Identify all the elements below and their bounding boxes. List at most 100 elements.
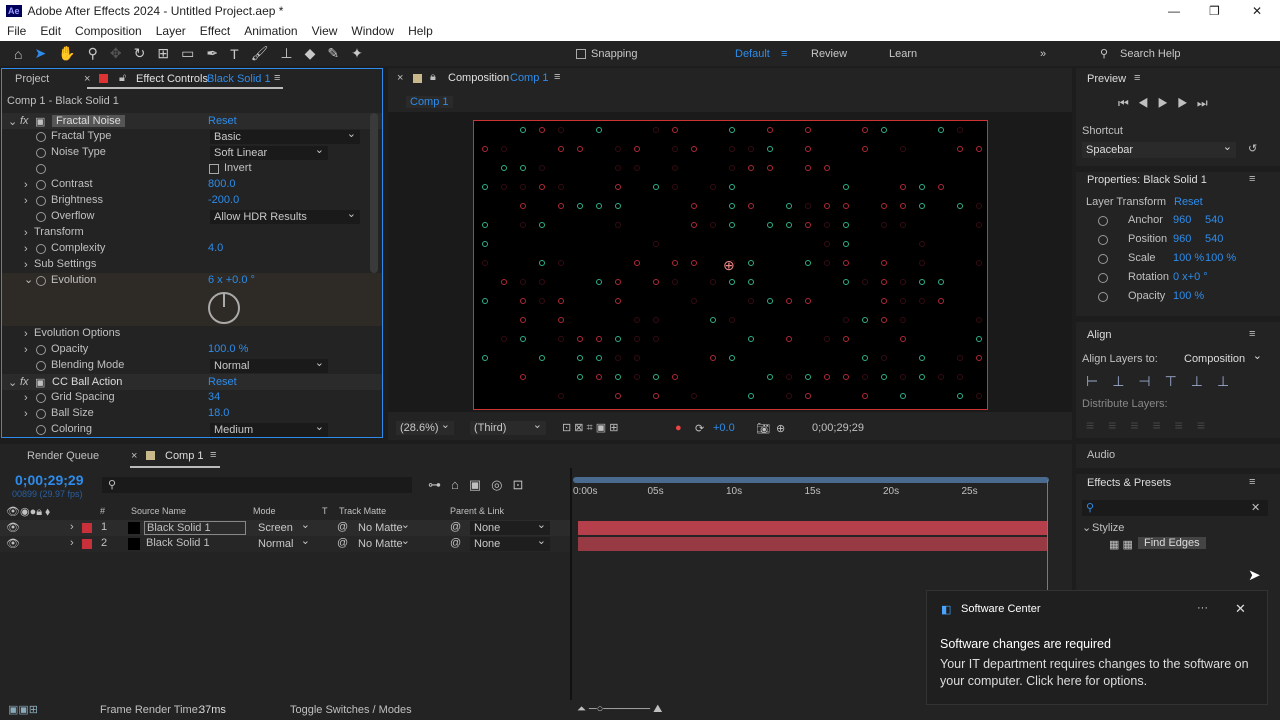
stopwatch-icon[interactable] (36, 409, 46, 419)
property-row[interactable]: › Grid Spacing 34 (2, 390, 382, 406)
fx-toggle-icon[interactable]: fx (20, 115, 29, 127)
reset-shortcut-icon[interactable]: ↺ (1248, 142, 1257, 155)
menu-file[interactable]: File (7, 24, 26, 38)
chevron-down-icon[interactable]: ⌄ (8, 376, 17, 389)
property-dropdown[interactable]: Normal (210, 356, 328, 373)
chevron-down-icon[interactable]: ⌄ (24, 273, 33, 286)
playhead[interactable] (1047, 480, 1048, 590)
minimize-button[interactable]: — (1168, 4, 1180, 18)
chevron-right-icon[interactable]: › (24, 195, 28, 207)
transform-reset[interactable]: Reset (1174, 196, 1203, 208)
property-row[interactable]: › Contrast 800.0 (2, 177, 382, 193)
menu-layer[interactable]: Layer (156, 24, 186, 38)
table-row[interactable]: 👁︎ › 2 Black Solid 1 Normal @ No Matte @ None (0, 534, 570, 552)
workspace-review[interactable]: Review (811, 48, 847, 60)
snapshot-icon[interactable]: 📷︎ (756, 422, 770, 435)
menu-view[interactable]: View (312, 24, 338, 38)
align-to-dropdown[interactable]: Composition (1180, 349, 1266, 366)
property-value[interactable]: 100.0 % (208, 343, 248, 355)
puppet-tool-icon[interactable]: ✦ (351, 45, 363, 62)
property-value[interactable]: 4.0 (208, 242, 223, 254)
pickwhip-icon[interactable]: @ (450, 521, 461, 533)
menu-window[interactable]: Window (351, 24, 394, 38)
property-row[interactable]: › Ball Size 18.0 (2, 406, 382, 422)
snapping-checkbox[interactable]: Snapping (576, 48, 638, 60)
property-value[interactable]: 18.0 (208, 407, 229, 419)
layer-mode-dropdown[interactable]: Normal (254, 534, 314, 551)
stopwatch-icon[interactable] (36, 212, 46, 222)
stamp-tool-icon[interactable]: ⊥ (280, 45, 292, 62)
status-icons[interactable]: ▣▣⊞ (8, 703, 38, 716)
stopwatch-icon[interactable] (1098, 216, 1108, 226)
pickwhip-icon[interactable]: @ (450, 537, 461, 549)
pen-tool-icon[interactable]: ✒ (206, 45, 218, 62)
table-row[interactable]: 👁︎ › 1 Black Solid 1 Screen @ No Matte @ None (0, 518, 570, 536)
menu-composition[interactable]: Composition (75, 24, 142, 38)
tab-project[interactable]: Project (15, 73, 49, 85)
col-source-name[interactable]: Source Name (131, 506, 186, 516)
chevron-right-icon[interactable]: › (24, 179, 28, 191)
align-buttons[interactable]: ⊢⊥⊣⊤⊥⊥ (1086, 373, 1243, 390)
chevron-right-icon[interactable]: › (70, 521, 74, 533)
stopwatch-icon[interactable] (36, 276, 46, 286)
transform-value-y[interactable]: 540 (1205, 233, 1223, 245)
stopwatch-icon[interactable] (1098, 292, 1108, 302)
property-dropdown[interactable]: Soft Linear (210, 143, 328, 160)
effect-header[interactable]: ⌄ fx ▣ CC Ball Action Reset (2, 374, 382, 390)
track-matte-dropdown[interactable]: No Matte (354, 521, 414, 535)
transform-value-x[interactable]: 960 (1173, 233, 1191, 245)
stopwatch-icon[interactable] (1098, 235, 1108, 245)
property-row[interactable]: › Transform (2, 225, 382, 241)
transform-value-y[interactable]: 540 (1205, 214, 1223, 226)
more-workspaces-icon[interactable]: » (1040, 48, 1046, 60)
property-row[interactable]: Blending Mode Normal (2, 356, 382, 374)
effect-header[interactable]: ⌄ fx ▣ Fractal Noise Reset (2, 113, 382, 129)
panel-menu-icon[interactable]: ≡ (1249, 173, 1255, 185)
maximize-button[interactable]: ❐ (1209, 4, 1220, 18)
close-icon[interactable]: ✕ (1235, 601, 1246, 617)
chevron-right-icon[interactable]: › (70, 537, 74, 549)
panel-menu-icon[interactable]: ≡ (1249, 476, 1255, 488)
chevron-down-icon[interactable]: ⌄ (1082, 521, 1091, 534)
exposure-reset-icon[interactable]: ⟳ (695, 422, 704, 435)
property-value[interactable]: 6 x +0.0 ° (208, 274, 255, 286)
orbit-tool-icon[interactable]: ✥ (110, 45, 122, 62)
property-row[interactable]: › Brightness -200.0 (2, 193, 382, 209)
property-value[interactable]: 800.0 (208, 178, 236, 190)
home-icon[interactable]: ⌂ (14, 46, 22, 62)
playback-controls[interactable]: ⏮◀▶▶⏭ (1118, 96, 1217, 111)
property-row[interactable]: Noise Type Soft Linear (2, 143, 382, 161)
zoom-tool-icon[interactable]: ⚲ (88, 45, 98, 62)
property-row[interactable]: Overflow Allow HDR Results (2, 207, 382, 225)
workspace-menu-icon[interactable]: ≡ (781, 48, 787, 60)
property-row[interactable]: Coloring Medium (2, 420, 382, 438)
search-icon[interactable]: ⚲ (1100, 47, 1108, 60)
menu-edit[interactable]: Edit (40, 24, 61, 38)
brush-tool-icon[interactable]: 🖌 (251, 45, 269, 62)
chevron-right-icon[interactable]: › (24, 344, 28, 356)
shortcut-dropdown[interactable]: Spacebar (1082, 139, 1236, 158)
effect-name[interactable]: CC Ball Action (52, 376, 122, 388)
panel-menu-icon[interactable]: ≡ (1134, 72, 1140, 84)
anchor-tool-icon[interactable]: ⊞ (157, 45, 169, 62)
chevron-down-icon[interactable]: ⌄ (8, 115, 17, 128)
close-button[interactable]: ✕ (1252, 4, 1262, 18)
chevron-right-icon[interactable]: › (24, 408, 28, 420)
parent-dropdown[interactable]: None (470, 518, 550, 535)
tab-effect-controls[interactable]: Effect Controls (136, 73, 208, 85)
transform-value-x[interactable]: 960 (1173, 214, 1191, 226)
notification-toast[interactable]: ◧ Software Center ··· ✕ Software changes… (926, 590, 1268, 705)
property-row[interactable]: ⌄ Evolution 6 x +0.0 ° (2, 273, 382, 326)
more-options-icon[interactable]: ··· (1197, 602, 1208, 614)
layer-label-color[interactable] (82, 523, 92, 533)
menu-help[interactable]: Help (408, 24, 433, 38)
search-help[interactable]: Search Help (1120, 48, 1181, 60)
stopwatch-icon[interactable] (36, 345, 46, 355)
view-dropdown[interactable]: (Third) (470, 418, 546, 435)
zoom-slider[interactable]: ⏶ ─○────── ⛰ (577, 703, 662, 716)
zoom-dropdown[interactable]: (28.6%) (396, 418, 454, 435)
chevron-right-icon[interactable]: › (24, 328, 28, 340)
layer-duration-bar[interactable] (578, 537, 1048, 551)
layer-name[interactable]: Black Solid 1 (144, 537, 246, 549)
type-tool-icon[interactable]: T (230, 46, 239, 62)
